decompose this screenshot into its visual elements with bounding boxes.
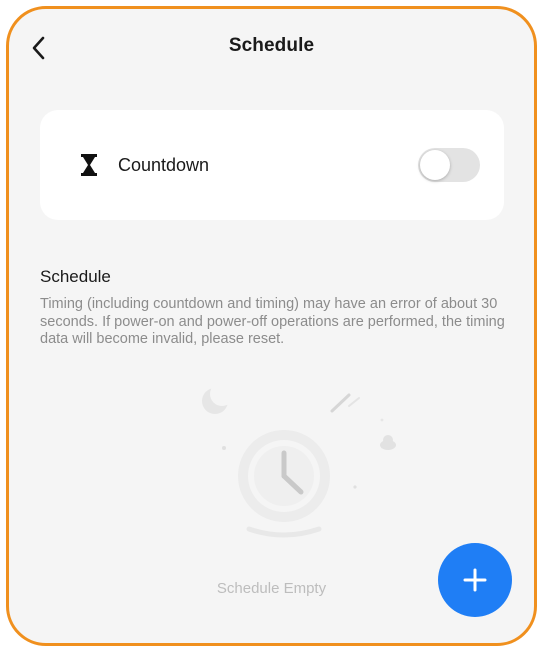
page-title: Schedule bbox=[228, 35, 315, 56]
countdown-card[interactable]: Countdown bbox=[40, 110, 504, 220]
shooting-star-icon bbox=[330, 393, 360, 413]
toggle-knob[interactable] bbox=[420, 150, 450, 180]
moon-icon bbox=[202, 382, 234, 414]
clock-icon bbox=[238, 430, 330, 538]
cloud-icon bbox=[380, 435, 396, 450]
schedule-description: Timing (including countdown and timing) … bbox=[40, 296, 505, 347]
phone-frame: Schedule Countdown Schedule Timing (incl… bbox=[6, 6, 537, 646]
add-schedule-button[interactable] bbox=[438, 543, 512, 617]
hourglass-icon bbox=[81, 154, 97, 176]
empty-clock-illustration bbox=[202, 382, 396, 538]
plus-icon bbox=[463, 568, 487, 592]
header: Schedule bbox=[9, 9, 534, 85]
schedule-section-title: Schedule bbox=[40, 267, 111, 286]
countdown-toggle[interactable] bbox=[418, 148, 480, 182]
countdown-label: Countdown bbox=[118, 155, 210, 175]
